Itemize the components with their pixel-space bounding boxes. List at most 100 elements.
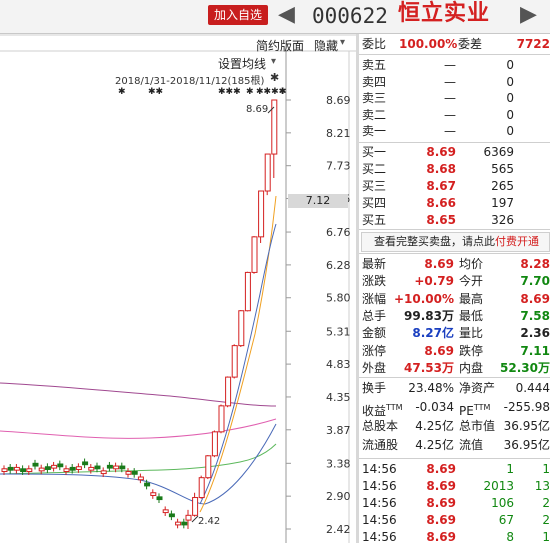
simple-layout-button[interactable]: 简约版面 bbox=[256, 37, 304, 54]
candle-up bbox=[1, 468, 8, 473]
bid-price: 8.67 bbox=[426, 179, 456, 193]
stock-name: 恒立实业 bbox=[398, 1, 491, 26]
stat-label: 最低 bbox=[459, 308, 484, 323]
tick-count: 2 bbox=[542, 513, 550, 527]
bid-level-row: 买一 8.69 6369 bbox=[359, 144, 550, 161]
add-to-watchlist-button[interactable]: 加入自选 bbox=[208, 5, 268, 25]
candle-up bbox=[26, 468, 33, 473]
ma-settings-button[interactable]: 设置均线 bbox=[218, 55, 266, 72]
tick-count: 1 bbox=[542, 462, 550, 476]
pin-icon[interactable]: ✱ bbox=[270, 71, 279, 84]
tick-row: 14:56 8.69 2013 13 bbox=[359, 478, 550, 495]
bid-level-row: 买四 8.66 197 bbox=[359, 195, 550, 212]
tick-time: 14:56 bbox=[362, 462, 397, 476]
event-marker[interactable]: ✱✱✱ bbox=[218, 87, 241, 97]
fundamental-label-text: 换手 bbox=[362, 381, 387, 395]
ask-volume: 0 bbox=[506, 124, 514, 138]
fundamental-label: PETTM bbox=[459, 399, 490, 420]
y-axis-tick-label: 4.83 bbox=[326, 358, 351, 371]
full-depth-text: 查看完整买卖盘，请点此 bbox=[374, 235, 495, 248]
stat-value: 8.69 bbox=[424, 257, 454, 271]
tick-row: 14:56 8.69 106 2 bbox=[359, 495, 550, 512]
bid-volume: 265 bbox=[491, 179, 514, 193]
tick-volume: 106 bbox=[491, 496, 514, 510]
y-axis-tick-label: 8.21 bbox=[326, 127, 351, 140]
candle-down bbox=[156, 496, 163, 501]
stat-label: 涨停 bbox=[362, 343, 387, 358]
fundamental-label-text: 总市值 bbox=[459, 419, 496, 433]
next-stock-icon[interactable]: ▶ bbox=[520, 2, 537, 28]
hide-dropdown-icon[interactable]: ▾ bbox=[340, 37, 345, 48]
stat-value: 8.27亿 bbox=[412, 326, 454, 341]
y-axis-tick-label: 3.38 bbox=[326, 457, 351, 470]
quote-stat-row: 涨停 8.69 跌停 7.11 bbox=[359, 343, 550, 360]
fundamental-row: 换手 23.48% 净资产 0.444 bbox=[359, 380, 550, 397]
stat-label: 总手 bbox=[362, 308, 387, 323]
y-axis-tick-label: 2.42 bbox=[326, 523, 351, 536]
fundamental-label-text: 总股本 bbox=[362, 419, 399, 433]
bid-volume: 326 bbox=[491, 213, 514, 227]
bid-level-label: 买二 bbox=[362, 162, 387, 176]
bid-volume: 197 bbox=[491, 196, 514, 210]
candle-up bbox=[211, 431, 218, 457]
fundamental-value: 36.95亿 bbox=[503, 419, 550, 433]
candle-up bbox=[88, 466, 95, 471]
fundamental-label: 总市值 bbox=[459, 418, 495, 435]
full-depth-banner[interactable]: 查看完整买卖盘，请点此付费开通 bbox=[361, 232, 550, 252]
fundamental-label: 流值 bbox=[459, 437, 483, 454]
candle-up bbox=[51, 464, 58, 469]
tick-price: 8.69 bbox=[426, 462, 456, 476]
fundamental-label: 流通股 bbox=[362, 437, 398, 454]
hide-button[interactable]: 隐藏 bbox=[314, 37, 338, 54]
candle-down bbox=[181, 521, 188, 526]
high-price-label: 8.69 bbox=[246, 104, 269, 115]
fundamental-label: 净资产 bbox=[459, 380, 495, 397]
tick-time: 14:56 bbox=[362, 513, 397, 527]
paid-upgrade-link[interactable]: 付费开通 bbox=[495, 235, 539, 248]
tick-row: 14:56 8.69 67 2 bbox=[359, 512, 550, 529]
fundamental-row: 流通股 4.25亿 流值 36.95亿 bbox=[359, 437, 550, 454]
y-axis-tick-label: 6.76 bbox=[326, 226, 351, 239]
quote-stat-row: 外盘 47.53万 内盘 52.30万 bbox=[359, 360, 550, 377]
stat-value: +0.79 bbox=[414, 274, 454, 289]
tick-volume: 67 bbox=[498, 513, 514, 527]
header-bar: 加入自选 ◀ 000622 恒立实业 ▶ bbox=[0, 0, 550, 34]
kline-chart[interactable]: 8.698.217.737.256.766.285.805.314.834.35… bbox=[0, 34, 356, 543]
candle-up bbox=[13, 466, 20, 471]
event-marker[interactable]: ✱✱ bbox=[148, 87, 163, 97]
low-price-label: 2.42 bbox=[198, 516, 221, 527]
fundamental-label: 收益TTM bbox=[362, 399, 403, 420]
y-axis-tick-label: 3.87 bbox=[326, 424, 351, 437]
y-axis-tick-label: 6.28 bbox=[326, 259, 351, 272]
ask-level-row: 卖三 — 0 bbox=[359, 90, 550, 107]
fundamental-label-text: 流通股 bbox=[362, 438, 399, 452]
current-price-tag: 7.12 bbox=[288, 194, 348, 208]
candle-down bbox=[57, 463, 64, 468]
tick-volume: 2013 bbox=[483, 479, 514, 493]
y-axis-tick-label: 7.73 bbox=[326, 160, 351, 173]
stat-label: 最高 bbox=[459, 291, 484, 306]
bid-level-row: 买三 8.67 265 bbox=[359, 178, 550, 195]
stat-value: 7.11 bbox=[520, 343, 550, 358]
bid-price: 8.65 bbox=[426, 213, 456, 227]
weicha-value: 7722 bbox=[516, 37, 550, 51]
candle-down bbox=[168, 513, 175, 518]
event-marker[interactable]: ✱ bbox=[118, 87, 126, 97]
stat-label: 外盘 bbox=[362, 360, 387, 375]
ask-level-label: 卖二 bbox=[362, 107, 387, 122]
tick-price: 8.69 bbox=[426, 496, 456, 510]
bid-level-label: 买四 bbox=[362, 196, 387, 210]
candle-up bbox=[238, 310, 245, 347]
candle-up bbox=[264, 153, 271, 192]
previous-stock-icon[interactable]: ◀ bbox=[278, 2, 295, 28]
event-marker[interactable]: ✱ bbox=[279, 87, 287, 97]
event-marker[interactable]: ✱ bbox=[246, 87, 254, 97]
quote-stat-row: 总手 99.83万 最低 7.58 bbox=[359, 308, 550, 325]
ma-settings-dropdown-icon[interactable]: ▾ bbox=[271, 56, 276, 67]
tick-time: 14:56 bbox=[362, 479, 397, 493]
y-axis-tick-label: 5.80 bbox=[326, 292, 351, 305]
tick-price: 8.69 bbox=[426, 530, 456, 544]
bid-volume: 6369 bbox=[483, 145, 514, 159]
fundamental-value: -255.98 bbox=[503, 400, 550, 414]
candle-down bbox=[131, 471, 138, 475]
